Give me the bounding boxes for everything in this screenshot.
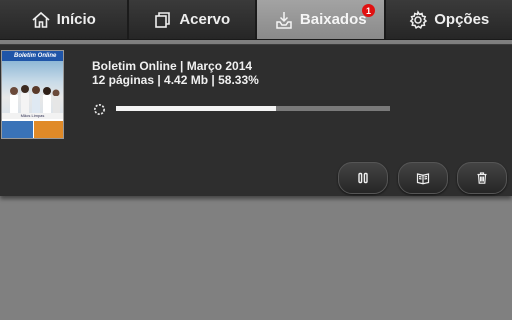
delete-button[interactable] [457,162,507,194]
home-icon [32,11,50,28]
tab-acervo[interactable]: Acervo [128,0,257,39]
tab-opcoes[interactable]: Opções [385,0,512,39]
cover-block-right [34,121,63,138]
tab-inicio[interactable]: Início [0,0,129,39]
publication-title: Boletim Online | Março 2014 [92,59,253,73]
loading-spinner-icon [94,104,105,115]
top-navigation-bar: Início Acervo Baixados 1 Opções [0,0,512,40]
cover-caption: Mãos Limpas [2,113,63,119]
downloads-count-badge: 1 [362,4,375,17]
download-progress-fill [116,106,276,111]
pause-button[interactable] [338,162,388,194]
trash-icon [477,172,487,184]
cover-photo [2,61,63,117]
cover-block-left [2,121,33,138]
download-progress-bar [116,106,390,111]
cover-title: Boletim Online [2,51,63,61]
read-button[interactable] [398,162,448,194]
tab-acervo-label: Acervo [179,11,231,28]
downloaded-icon [276,11,292,29]
tab-baixados[interactable]: Baixados 1 [257,0,386,39]
tab-baixados-label: Baixados [299,11,367,28]
collection-icon [155,11,171,28]
tab-inicio-label: Início [56,11,96,28]
pause-icon [358,172,368,184]
publication-cover-thumbnail[interactable]: Boletim Online Mãos Limpas [1,50,64,139]
open-book-icon [416,173,430,185]
tab-opcoes-label: Opções [434,11,490,28]
publication-meta: 12 páginas | 4.42 Mb | 58.33% [92,73,259,87]
gear-icon [409,9,428,29]
